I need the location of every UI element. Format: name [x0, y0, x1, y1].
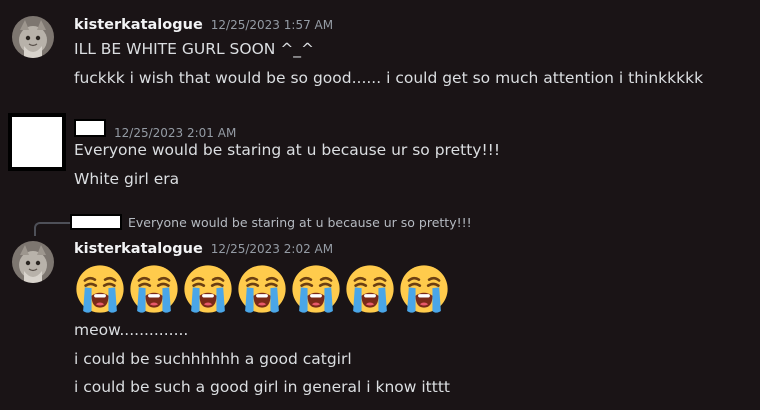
message-text: meow..............	[74, 321, 189, 339]
reply-reference[interactable]: Everyone would be staring at u because u…	[70, 214, 472, 230]
emoji-row	[73, 262, 451, 316]
cat-avatar-icon	[12, 241, 54, 283]
loudly-crying-face-icon[interactable]	[127, 262, 181, 316]
message-header: kisterkatalogue 12/25/2023 2:02 AM	[74, 241, 333, 257]
timestamp[interactable]: 12/25/2023 1:57 AM	[211, 18, 333, 32]
loudly-crying-face-icon[interactable]	[397, 262, 451, 316]
message-text: Everyone would be staring at u because u…	[74, 141, 501, 159]
avatar[interactable]	[12, 241, 54, 283]
redacted-username[interactable]	[74, 119, 106, 137]
redacted-reply-author	[70, 214, 122, 230]
message-text: i could be such a good girl in general i…	[74, 378, 450, 396]
loudly-crying-face-icon[interactable]	[235, 262, 289, 316]
loudly-crying-face-icon[interactable]	[289, 262, 343, 316]
chat-log: kisterkatalogue 12/25/2023 1:57 AM ILL B…	[0, 0, 760, 410]
message-header: 12/25/2023 2:01 AM	[74, 119, 236, 140]
loudly-crying-face-icon[interactable]	[181, 262, 235, 316]
timestamp[interactable]: 12/25/2023 2:02 AM	[211, 242, 333, 256]
reply-preview-text: Everyone would be staring at u because u…	[128, 214, 472, 230]
loudly-crying-face-icon[interactable]	[343, 262, 397, 316]
username[interactable]: kisterkatalogue	[74, 17, 203, 33]
message-text: White girl era	[74, 170, 180, 188]
message-text: ILL BE WHITE GURL SOON ^_^	[74, 40, 315, 58]
redacted-avatar[interactable]	[8, 113, 66, 171]
reply-spine	[34, 222, 70, 236]
loudly-crying-face-icon[interactable]	[73, 262, 127, 316]
cat-avatar-icon	[12, 16, 54, 58]
timestamp[interactable]: 12/25/2023 2:01 AM	[114, 126, 236, 140]
message-text: i could be suchhhhhh a good catgirl	[74, 350, 352, 368]
avatar[interactable]	[12, 16, 54, 58]
message-header: kisterkatalogue 12/25/2023 1:57 AM	[74, 17, 333, 33]
username[interactable]: kisterkatalogue	[74, 241, 203, 257]
message-text: fuckkk i wish that would be so good.....…	[74, 69, 704, 87]
